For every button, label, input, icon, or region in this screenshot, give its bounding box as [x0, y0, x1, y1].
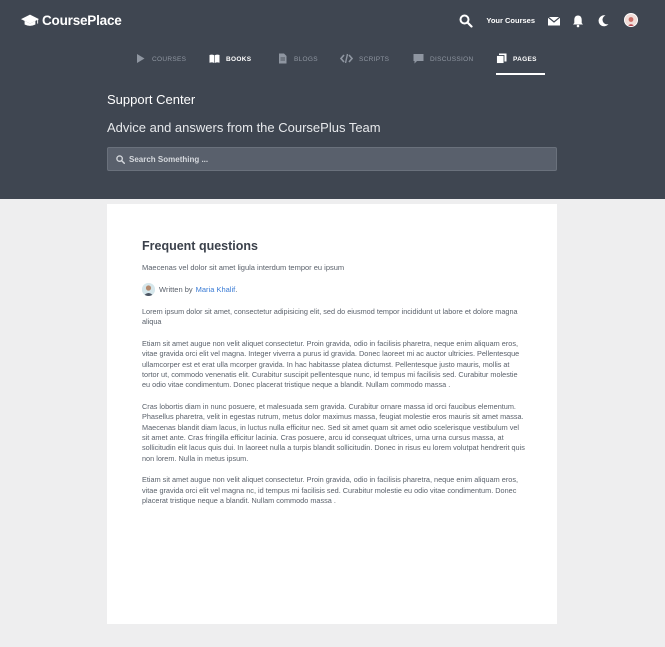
- mail-icon[interactable]: [547, 14, 561, 28]
- article-paragraph: Lorem ipsum dolor sit amet, consectetur …: [142, 307, 518, 327]
- play-icon: [137, 54, 145, 63]
- page-title: Support Center: [107, 92, 196, 107]
- article-paragraph: Etiam sit amet augue non velit aliquet c…: [142, 338, 520, 390]
- article-paragraph: Cras lobortis diam in nunc posuere, et m…: [142, 401, 525, 463]
- book-icon: [209, 54, 220, 63]
- search-input[interactable]: [129, 154, 529, 164]
- search-icon: [116, 154, 125, 164]
- brand-logo[interactable]: CoursePlace: [21, 12, 122, 28]
- graduation-cap-icon: [21, 14, 39, 26]
- article-title: Frequent questions: [142, 239, 258, 253]
- author-avatar: [142, 283, 155, 296]
- article-paragraph: Etiam sit amet augue non velit aliquet c…: [142, 475, 518, 506]
- tab-scripts[interactable]: SCRIPTS: [340, 53, 389, 75]
- author-period: .: [235, 285, 238, 294]
- your-courses-link[interactable]: Your Courses: [486, 16, 535, 25]
- tab-discussion[interactable]: DISCUSSION: [413, 53, 473, 75]
- user-avatar[interactable]: [624, 13, 638, 27]
- pages-icon: [496, 53, 507, 64]
- article-subtitle: Maecenas vel dolor sit amet ligula inter…: [142, 263, 345, 272]
- article-card: Frequent questions Maecenas vel dolor si…: [107, 204, 557, 624]
- user-avatar-image: [625, 15, 637, 26]
- code-icon: [340, 53, 353, 64]
- written-by-label: Written by: [159, 285, 193, 294]
- bell-icon[interactable]: [571, 14, 585, 28]
- tab-blogs[interactable]: BLOGS: [277, 53, 318, 75]
- author-link[interactable]: Maria Khalif: [196, 285, 236, 294]
- header: CoursePlace Your Courses COURSES BOOKS B…: [0, 0, 665, 199]
- author-line: Written by Maria Khalif.: [142, 283, 527, 296]
- search-icon[interactable]: [459, 14, 473, 28]
- file-icon: [279, 53, 287, 64]
- tab-label: BOOKS: [226, 56, 252, 63]
- comment-icon: [413, 54, 424, 64]
- tab-label: SCRIPTS: [359, 56, 390, 63]
- tab-books[interactable]: BOOKS: [209, 53, 251, 75]
- tab-courses[interactable]: COURSES: [135, 53, 186, 75]
- tab-label: DISCUSSION: [430, 56, 474, 63]
- tab-label: BLOGS: [294, 56, 318, 63]
- tab-label: COURSES: [152, 56, 187, 63]
- author-avatar-image: [142, 283, 155, 296]
- tab-pages[interactable]: PAGES: [496, 53, 545, 75]
- page-subtitle: Advice and answers from the CoursePlus T…: [107, 120, 381, 135]
- brand-name: CoursePlace: [42, 12, 122, 28]
- main-nav-tabs: COURSES BOOKS BLOGS SCRIPTS DISCUSSION P…: [0, 53, 665, 75]
- moon-icon[interactable]: [596, 14, 610, 28]
- tab-label: PAGES: [513, 56, 537, 63]
- search-bar[interactable]: [107, 147, 557, 171]
